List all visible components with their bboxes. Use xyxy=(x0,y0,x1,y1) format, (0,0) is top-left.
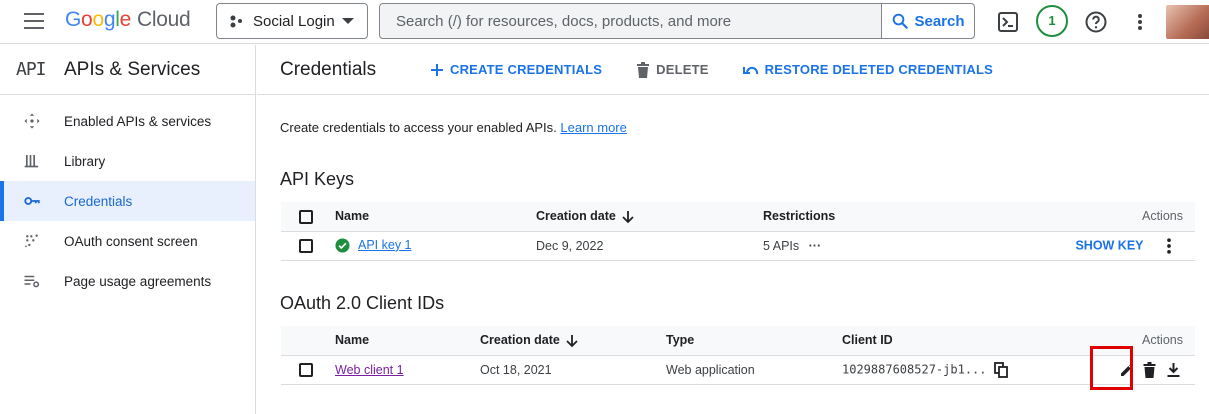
column-restrictions: Restrictions xyxy=(763,202,1013,232)
settings-list-icon xyxy=(24,275,40,288)
search-input[interactable] xyxy=(380,4,881,38)
oauth-heading: OAuth 2.0 Client IDs xyxy=(280,293,445,313)
more-vert-icon[interactable] xyxy=(1159,236,1179,256)
web-client-link[interactable]: Web client 1 xyxy=(335,363,404,377)
creation-date: Oct 18, 2021 xyxy=(480,355,666,385)
sidebar-item-credentials[interactable]: Credentials xyxy=(0,181,255,221)
help-icon[interactable] xyxy=(1084,10,1108,34)
notifications-badge[interactable]: 1 xyxy=(1036,5,1068,37)
search-button[interactable]: Search xyxy=(881,4,974,38)
menu-icon[interactable] xyxy=(24,13,44,29)
api-key-link[interactable]: API key 1 xyxy=(358,238,412,252)
project-dots-icon xyxy=(230,15,242,28)
column-name[interactable]: Name xyxy=(335,202,536,232)
column-creation-date[interactable]: Creation date xyxy=(536,202,763,232)
column-name[interactable]: Name xyxy=(335,326,480,356)
arrow-down-icon xyxy=(566,334,578,347)
sidebar-item-oauth-consent[interactable]: OAuth consent screen xyxy=(0,221,255,261)
trash-icon[interactable] xyxy=(1142,361,1157,378)
intro-text: Create credentials to access your enable… xyxy=(280,120,627,135)
key-icon xyxy=(24,197,40,205)
oauth-clients-table: Name Creation date Type Client ID Action… xyxy=(281,326,1195,385)
search-icon xyxy=(893,13,909,29)
table-header-row: Name Creation date Restrictions Actions xyxy=(281,202,1195,232)
restore-deleted-credentials-button[interactable]: RESTORE DELETED CREDENTIALS xyxy=(742,62,993,77)
edit-highlight-box xyxy=(1090,346,1133,390)
plus-icon xyxy=(431,63,443,76)
page-title: Credentials xyxy=(280,58,377,80)
table-row: Web client 1 Oct 18, 2021 Web applicatio… xyxy=(281,355,1195,385)
column-client-id: Client ID xyxy=(842,326,1065,356)
api-keys-table: Name Creation date Restrictions Actions … xyxy=(281,202,1195,261)
learn-more-link[interactable]: Learn more xyxy=(560,120,626,135)
sidebar: API APIs & Services Enabled APIs & servi… xyxy=(0,45,256,414)
api-mark: API xyxy=(16,59,47,80)
creation-date: Dec 9, 2022 xyxy=(536,231,763,261)
sidebar-item-library[interactable]: Library xyxy=(0,141,255,181)
create-credentials-button[interactable]: CREATE CREDENTIALS xyxy=(430,62,602,77)
restrictions-cell: 5 APIs ··· xyxy=(763,231,1013,261)
table-row: API key 1 Dec 9, 2022 5 APIs ··· SHOW KE… xyxy=(281,231,1195,261)
row-checkbox[interactable] xyxy=(299,238,313,253)
column-creation-date[interactable]: Creation date xyxy=(480,326,666,356)
google-cloud-logo[interactable]: Google Cloud xyxy=(65,8,191,32)
project-name: Social Login xyxy=(253,12,335,30)
column-actions: Actions xyxy=(1013,202,1195,232)
caret-down-icon xyxy=(342,18,354,24)
api-keys-heading: API Keys xyxy=(280,169,355,189)
check-circle-icon xyxy=(335,238,350,253)
client-id: 1029887608527-jb1... xyxy=(842,361,987,376)
column-type: Type xyxy=(666,326,842,356)
more-vert-icon[interactable] xyxy=(1128,10,1152,34)
page-header: Credentials CREATE CREDENTIALS DELETE RE… xyxy=(257,45,1209,95)
diamond-arrows-icon xyxy=(24,113,40,129)
row-checkbox[interactable] xyxy=(299,362,313,377)
consent-dots-icon xyxy=(25,234,38,248)
select-all-checkbox[interactable] xyxy=(299,209,313,224)
sidebar-title[interactable]: APIs & Services xyxy=(64,59,200,81)
copy-icon[interactable] xyxy=(994,361,1008,378)
table-header-row: Name Creation date Type Client ID Action… xyxy=(281,326,1195,356)
sidebar-item-enabled-apis[interactable]: Enabled APIs & services xyxy=(0,101,255,141)
top-bar: GoogleCloud Social Login Search 1 xyxy=(0,0,1209,44)
restore-icon xyxy=(742,66,758,74)
delete-button[interactable]: DELETE xyxy=(636,61,708,78)
download-icon[interactable] xyxy=(1166,362,1181,378)
more-restrictions-button[interactable]: ··· xyxy=(809,239,822,253)
main-content: Credentials CREATE CREDENTIALS DELETE RE… xyxy=(257,45,1209,414)
show-key-button[interactable]: SHOW KEY xyxy=(1075,238,1143,252)
project-picker[interactable]: Social Login xyxy=(216,3,368,39)
sidebar-header: API APIs & Services xyxy=(0,45,255,95)
library-icon xyxy=(24,155,38,168)
trash-icon xyxy=(637,61,650,78)
arrow-down-icon xyxy=(622,210,634,223)
cloud-shell-icon[interactable] xyxy=(996,10,1020,34)
client-type: Web application xyxy=(666,355,842,385)
search-box: Search xyxy=(379,3,975,39)
sidebar-item-page-usage[interactable]: Page usage agreements xyxy=(0,261,255,301)
avatar[interactable] xyxy=(1166,5,1209,39)
